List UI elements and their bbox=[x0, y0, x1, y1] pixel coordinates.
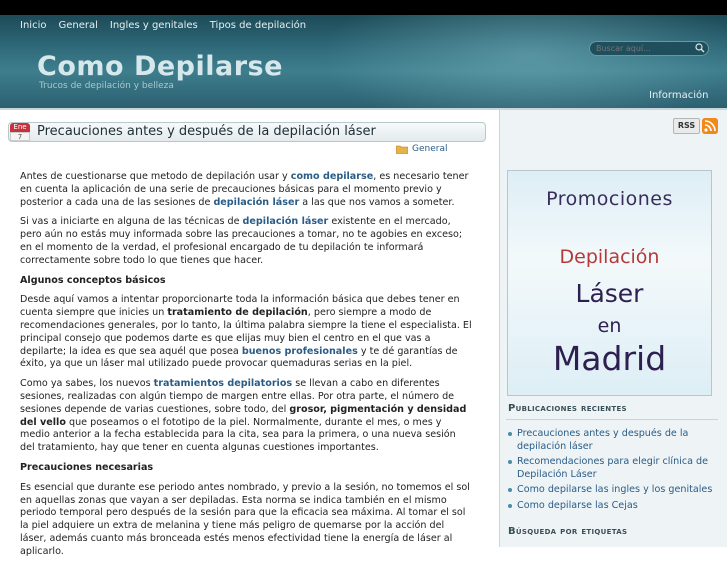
divider bbox=[506, 419, 718, 420]
top-black-bar bbox=[0, 0, 727, 15]
nav-informacion[interactable]: Información bbox=[649, 90, 708, 101]
promo-line-1: Promociones bbox=[546, 188, 673, 210]
rss-button[interactable]: RSS bbox=[673, 118, 719, 134]
promo-banner[interactable]: Promociones Depilación Láser en Madrid bbox=[507, 170, 712, 396]
link-tratamientos-depilatorios[interactable]: tratamientos depilatorios bbox=[154, 378, 293, 389]
paragraph: Antes de cuestionarse que metodo de depi… bbox=[20, 171, 469, 208]
nav-inicio[interactable]: Inicio bbox=[14, 19, 52, 33]
list-item[interactable]: Como depilarse las Cejas bbox=[508, 500, 718, 513]
nav-tipos-depilacion[interactable]: Tipos de depilación bbox=[204, 19, 312, 33]
list-item[interactable]: Precauciones antes y después de la depil… bbox=[508, 428, 718, 453]
main-nav: Inicio General Ingles y genitales Tipos … bbox=[14, 19, 312, 33]
list-item[interactable]: Recomendaciones para elegir clínica de D… bbox=[508, 456, 718, 481]
link-depilacion-laser[interactable]: depilación láser bbox=[213, 197, 299, 208]
nav-general[interactable]: General bbox=[52, 19, 103, 33]
category-link[interactable]: General bbox=[412, 144, 447, 154]
date-badge: Ene 7 bbox=[10, 123, 30, 141]
recent-posts-list: Precauciones antes y después de la depil… bbox=[508, 428, 718, 515]
rss-icon[interactable] bbox=[702, 118, 718, 134]
promo-line-5: Madrid bbox=[552, 339, 667, 378]
nav-ingles-genitales[interactable]: Ingles y genitales bbox=[104, 19, 204, 33]
post-category: General bbox=[396, 144, 447, 154]
section-heading: Precauciones necesarias bbox=[20, 461, 154, 473]
site-subtitle: Trucos de depilación y belleza bbox=[39, 81, 174, 91]
date-month: Ene bbox=[10, 123, 30, 132]
list-item[interactable]: Como depilarse las ingles y los genitale… bbox=[508, 484, 718, 497]
rss-label[interactable]: RSS bbox=[673, 118, 700, 134]
post-header: Ene 7 Precauciones antes y después de la… bbox=[8, 122, 486, 142]
promo-line-3: Láser bbox=[575, 279, 644, 308]
folder-icon bbox=[396, 145, 408, 154]
site-header: Inicio General Ingles y genitales Tipos … bbox=[0, 15, 727, 108]
paragraph: Si vas a iniciarte en alguna de las técn… bbox=[20, 216, 463, 266]
promo-line-4: en bbox=[597, 315, 622, 337]
site-title[interactable]: Como Depilarse bbox=[37, 51, 283, 82]
post-body: Antes de cuestionarse que metodo de depi… bbox=[20, 171, 472, 566]
paragraph: Como ya sabes, los nuevos tratamientos d… bbox=[20, 378, 467, 454]
paragraph: Desde aquí vamos a intentar proporcionar… bbox=[20, 294, 472, 370]
link-depilacion-laser-2[interactable]: depilación láser bbox=[243, 216, 329, 227]
search-box bbox=[589, 41, 709, 56]
search-input[interactable] bbox=[596, 42, 691, 55]
recent-posts-title: Publicaciones recientes bbox=[508, 403, 627, 414]
tags-title: Búsqueda por etiquetas bbox=[508, 526, 628, 537]
link-como-depilarse[interactable]: como depilarse bbox=[291, 171, 373, 182]
date-day: 7 bbox=[10, 132, 30, 141]
section-heading: Algunos conceptos básicos bbox=[20, 274, 166, 286]
promo-line-2: Depilación bbox=[559, 246, 660, 268]
link-buenos-profesionales[interactable]: buenos profesionales bbox=[242, 346, 358, 357]
post-title[interactable]: Precauciones antes y después de la depil… bbox=[37, 124, 376, 140]
search-icon[interactable] bbox=[695, 43, 705, 53]
paragraph: Es esencial que durante ese periodo ante… bbox=[20, 481, 470, 557]
